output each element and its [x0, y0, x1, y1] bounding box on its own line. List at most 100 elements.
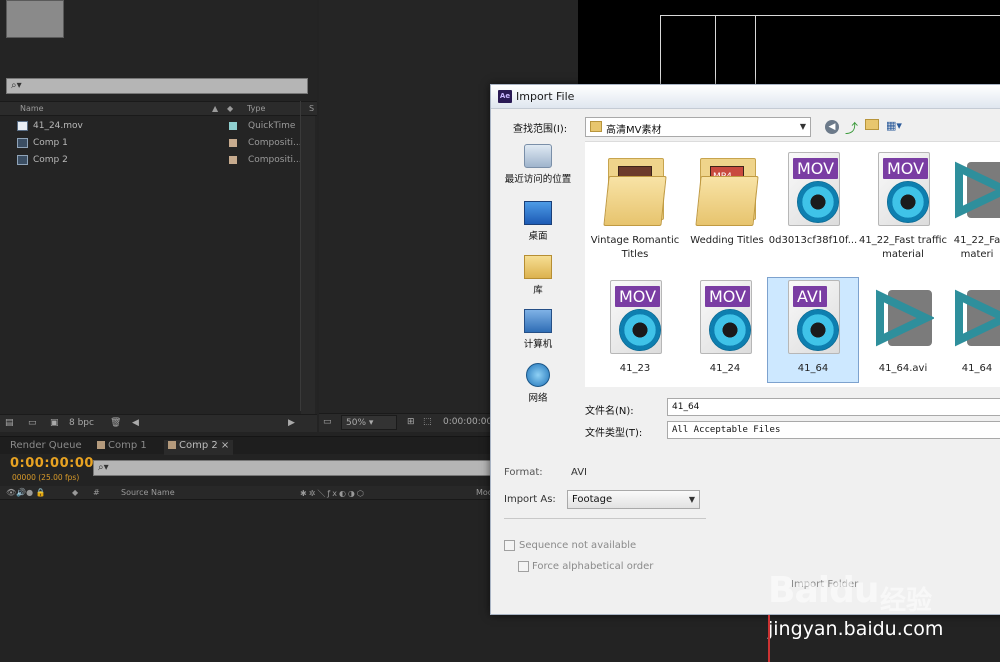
tab-render-queue[interactable]: Render Queue: [10, 440, 82, 455]
file-item[interactable]: 41_64.avi: [857, 278, 949, 376]
label-tag-icon[interactable]: ◆: [72, 488, 78, 497]
composition-icon: [17, 155, 28, 165]
dialog-titlebar[interactable]: Ae Import File: [491, 85, 1000, 109]
always-preview-icon[interactable]: ▭: [323, 417, 332, 427]
av-features-icon[interactable]: 👁🔊● 🔒: [6, 488, 46, 497]
separator: [504, 518, 706, 519]
tab-comp-2[interactable]: Comp 2 ×: [164, 440, 234, 455]
column-index: #: [93, 488, 100, 497]
column-type[interactable]: Type: [247, 104, 265, 113]
bpc-label[interactable]: 8 bpc: [69, 418, 94, 428]
project-item[interactable]: 41_24.mov QuickTime: [0, 118, 317, 135]
label-swatch[interactable]: [229, 156, 237, 164]
places-bar: 最近访问的位置 桌面 库 计算机 网络: [496, 139, 580, 469]
quicktime-file-icon: [17, 121, 28, 131]
scroll-right-icon[interactable]: ▶: [288, 418, 295, 428]
file-item[interactable]: MP4 Wedding Titles: [681, 150, 773, 248]
look-in-dropdown[interactable]: 高清MV素材 ▼: [585, 117, 811, 137]
trash-icon[interactable]: 🗑: [110, 418, 121, 428]
frame-rate-display: 00000 (25.00 fps): [12, 473, 80, 482]
sequence-checkbox[interactable]: [504, 540, 515, 551]
computer-icon: [524, 309, 552, 333]
new-folder-icon[interactable]: [865, 119, 879, 130]
folder-icon: MP4: [692, 150, 762, 230]
place-desktop[interactable]: 桌面: [496, 201, 580, 242]
play-file-icon: [868, 278, 938, 358]
import-file-dialog: Ae Import File 查找范围(I): 高清MV素材 ▼ ◀ ⤴ ▦▾ …: [490, 84, 1000, 615]
force-alphabetical-checkbox[interactable]: [518, 561, 529, 572]
file-item-selected[interactable]: AVI 41_64: [767, 277, 859, 383]
scroll-left-icon[interactable]: ◀: [132, 418, 139, 428]
sort-arrow-icon[interactable]: ▲: [212, 104, 218, 113]
interpret-footage-icon[interactable]: ▤: [5, 418, 14, 428]
format-value: AVI: [571, 467, 587, 478]
force-alphabetical-label: Force alphabetical order: [532, 561, 654, 572]
mov-file-icon: MOV: [600, 278, 670, 358]
label-tag-icon[interactable]: ◆: [227, 104, 233, 113]
up-folder-icon[interactable]: ⤴: [845, 118, 858, 137]
place-network[interactable]: 网络: [496, 363, 580, 404]
search-icon: ⌕▾: [11, 80, 22, 91]
baidu-logo: Baidu: [768, 570, 879, 611]
folder-icon: [600, 150, 670, 230]
region-of-interest-icon[interactable]: ⬚: [423, 417, 432, 427]
project-search-input[interactable]: ⌕▾: [6, 78, 308, 94]
baidu-jingyan-logo: 经验: [880, 586, 933, 616]
viewer-timecode[interactable]: 0:00:00:00: [443, 417, 492, 427]
project-panel: ⌕▾ Name ▲ ◆ Type S 41_24.mov QuickTime C…: [0, 0, 317, 432]
search-icon: ⌕▾: [98, 462, 109, 473]
avi-file-icon: AVI: [778, 278, 848, 358]
recent-places-icon: [524, 144, 552, 168]
mov-file-icon: MOV: [690, 278, 760, 358]
place-recent[interactable]: 最近访问的位置: [496, 144, 580, 185]
column-source-name[interactable]: Source Name: [121, 488, 175, 497]
project-scrollbar[interactable]: [301, 116, 315, 414]
place-libraries[interactable]: 库: [496, 255, 580, 296]
desktop-icon: [524, 201, 552, 225]
column-extra[interactable]: S: [309, 104, 314, 113]
current-time-display[interactable]: 0:00:00:00: [10, 456, 94, 471]
watermark-url: jingyan.baidu.com: [768, 618, 944, 640]
chevron-down-icon: ▼: [799, 122, 806, 131]
tab-comp-1[interactable]: Comp 1: [97, 440, 147, 455]
switches-icon[interactable]: ✱✲＼ƒx◐◑⬡: [300, 488, 366, 499]
viewer-canvas: [578, 0, 1000, 90]
back-icon[interactable]: ◀: [825, 120, 839, 134]
filename-label: 文件名(N):: [585, 406, 634, 417]
project-item[interactable]: Comp 1 Compositi...: [0, 135, 317, 152]
chevron-down-icon: ▼: [688, 495, 695, 504]
close-icon[interactable]: ×: [221, 440, 229, 451]
resolution-icon[interactable]: ⊞: [407, 417, 415, 427]
column-name[interactable]: Name: [20, 104, 44, 113]
new-composition-icon[interactable]: ▣: [50, 418, 59, 428]
file-item[interactable]: MOV 41_23: [589, 278, 681, 376]
network-icon: [526, 363, 550, 387]
file-item[interactable]: 41_64: [947, 278, 1000, 376]
new-folder-icon[interactable]: ▭: [28, 418, 37, 428]
view-menu-icon[interactable]: ▦▾: [886, 119, 902, 132]
project-columns-header: Name ▲ ◆ Type S: [0, 101, 317, 116]
after-effects-window: ⌕▾ Name ▲ ◆ Type S 41_24.mov QuickTime C…: [0, 0, 1000, 662]
file-item[interactable]: MOV 0d3013cf38f10f...: [767, 150, 859, 248]
label-swatch[interactable]: [229, 122, 237, 130]
sequence-label: Sequence not available: [519, 540, 637, 551]
format-label: Format:: [504, 467, 543, 478]
label-swatch[interactable]: [229, 139, 237, 147]
file-item[interactable]: MOV 41_22_Fast traffic material: [857, 150, 949, 262]
layer-columns-header: 👁🔊● 🔒 ◆ # Source Name ✱✲＼ƒx◐◑⬡ Mod: [0, 486, 500, 500]
timeline-search-input[interactable]: ⌕▾: [93, 460, 493, 476]
project-item[interactable]: Comp 2 Compositi...: [0, 152, 317, 169]
mov-file-icon: MOV: [778, 150, 848, 230]
file-item[interactable]: Vintage Romantic Titles: [589, 150, 681, 262]
file-item[interactable]: 41_22_Fa materi: [947, 150, 1000, 262]
filetype-dropdown[interactable]: All Acceptable Files: [667, 421, 1000, 439]
zoom-dropdown[interactable]: 50% ▾: [341, 415, 397, 430]
composition-icon: [17, 138, 28, 148]
place-computer[interactable]: 计算机: [496, 309, 580, 350]
mov-file-icon: MOV: [868, 150, 938, 230]
file-item[interactable]: MOV 41_24: [679, 278, 771, 376]
footage-thumbnail: [6, 0, 64, 38]
filename-input[interactable]: 41_64: [667, 398, 1000, 416]
folder-icon: [590, 121, 602, 132]
import-as-dropdown[interactable]: Footage ▼: [567, 490, 700, 509]
